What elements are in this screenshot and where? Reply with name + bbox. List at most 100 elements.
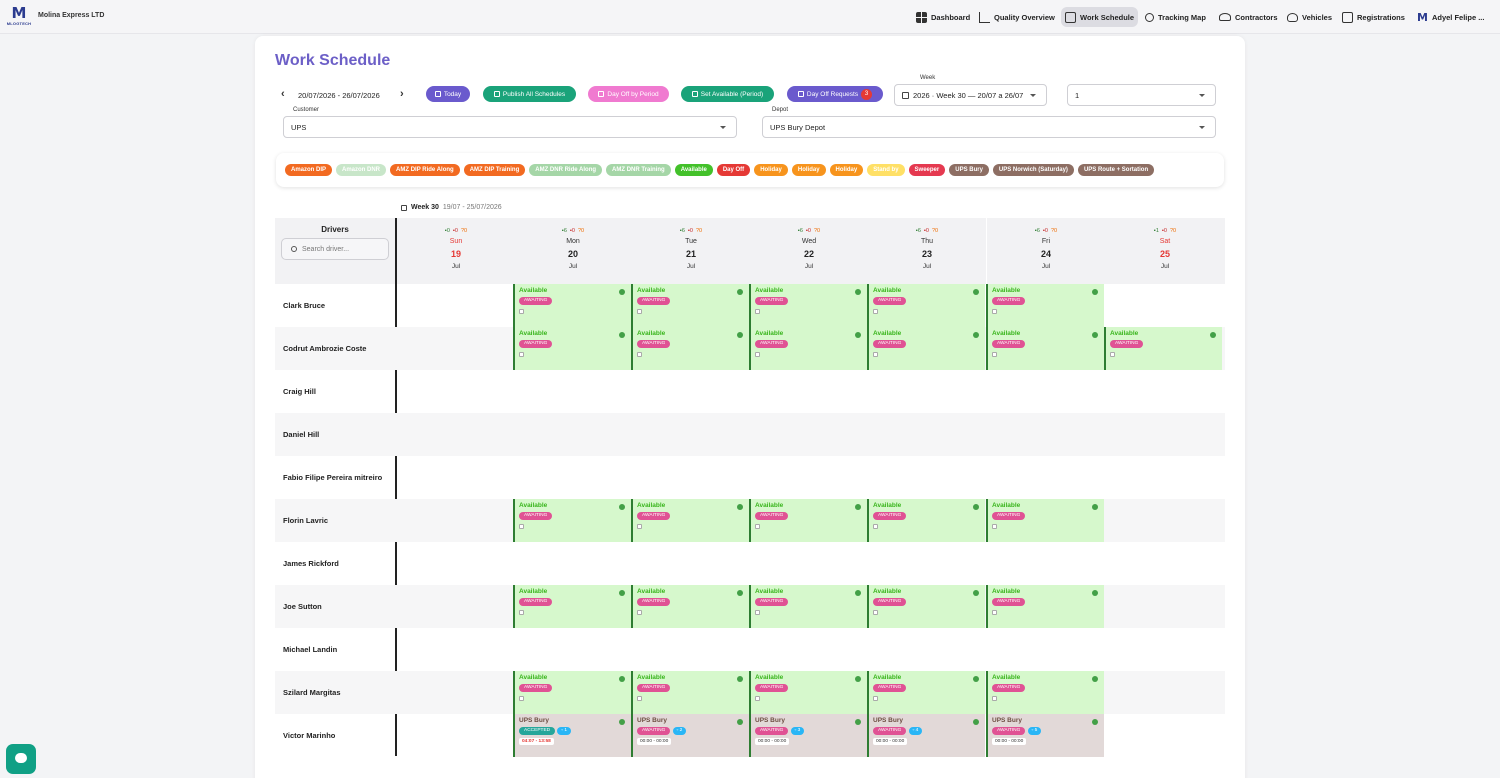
legend-chip[interactable]: UPS Norwich (Saturday)	[992, 164, 1074, 176]
note-icon[interactable]	[992, 352, 997, 357]
nav-registrations[interactable]: Registrations	[1338, 7, 1409, 27]
schedule-cell[interactable]: Available AWAITING	[513, 585, 631, 628]
note-icon[interactable]	[637, 696, 642, 701]
driver-name[interactable]: Joe Sutton	[283, 602, 322, 611]
legend-chip[interactable]: AMZ DNR Ride Along	[529, 164, 603, 176]
note-icon[interactable]	[873, 610, 878, 615]
note-icon[interactable]	[873, 309, 878, 314]
note-icon[interactable]	[637, 610, 642, 615]
schedule-cell[interactable]: Available AWAITING	[513, 499, 631, 542]
driver-name[interactable]: Victor Marinho	[283, 731, 335, 740]
schedule-cell[interactable]: Available AWAITING	[631, 499, 749, 542]
legend-chip[interactable]: Stand by	[867, 164, 905, 176]
note-icon[interactable]	[992, 524, 997, 529]
legend-chip[interactable]: UPS Bury	[949, 164, 989, 176]
note-icon[interactable]	[637, 524, 642, 529]
legend-chip[interactable]: Holiday	[754, 164, 788, 176]
schedule-cell[interactable]: Available AWAITING	[986, 499, 1104, 542]
schedule-cell[interactable]: Available AWAITING	[1104, 327, 1222, 370]
schedule-cell[interactable]: Available AWAITING	[867, 585, 985, 628]
schedule-cell[interactable]: Available AWAITING	[986, 284, 1104, 327]
schedule-cell[interactable]: UPS Bury AWAITING ▫ 5 00:00 - 00:00	[986, 714, 1104, 757]
driver-name[interactable]: Szilard Margitas	[283, 688, 341, 697]
nav-contractors[interactable]: Contractors	[1215, 7, 1282, 27]
note-icon[interactable]	[637, 352, 642, 357]
schedule-cell[interactable]: Available AWAITING	[631, 327, 749, 370]
legend-chip[interactable]: Amazon DNR	[336, 164, 387, 176]
set-available-button[interactable]: Set Available (Period)	[681, 86, 774, 102]
schedule-cell[interactable]: Available AWAITING	[631, 585, 749, 628]
driver-name[interactable]: James Rickford	[283, 559, 339, 568]
nav-tracking-map[interactable]: Tracking Map	[1141, 7, 1210, 27]
legend-chip[interactable]: Available	[674, 164, 713, 176]
note-icon[interactable]	[1110, 352, 1115, 357]
legend-chip[interactable]: AMZ DIP Training	[463, 164, 526, 176]
legend-chip[interactable]: Amazon DIP	[285, 164, 333, 176]
day-off-period-button[interactable]: Day Off by Period	[588, 86, 669, 102]
schedule-cell[interactable]: Available AWAITING	[986, 327, 1104, 370]
schedule-cell[interactable]: Available AWAITING	[631, 284, 749, 327]
chat-button[interactable]	[6, 744, 36, 774]
schedule-cell[interactable]: Available AWAITING	[513, 671, 631, 714]
legend-chip[interactable]: Sweeper	[908, 164, 946, 176]
driver-name[interactable]: Codrut Ambrozie Coste	[283, 344, 366, 353]
legend-chip[interactable]: AMZ DIP Ride Along	[390, 164, 460, 176]
schedule-cell[interactable]: UPS Bury AWAITING ▫ 2 00:00 - 00:00	[631, 714, 749, 757]
customer-select[interactable]: UPS	[283, 116, 737, 138]
note-icon[interactable]	[873, 352, 878, 357]
legend-chip[interactable]: AMZ DNR Training	[606, 164, 671, 176]
driver-name[interactable]: Clark Bruce	[283, 301, 325, 310]
schedule-cell[interactable]: Available AWAITING	[749, 585, 867, 628]
note-icon[interactable]	[755, 610, 760, 615]
schedule-cell[interactable]: Available AWAITING	[867, 671, 985, 714]
nav-quality-overview[interactable]: Quality Overview	[975, 7, 1059, 27]
schedule-cell[interactable]: Available AWAITING	[513, 327, 631, 370]
nav-vehicles[interactable]: Vehicles	[1283, 7, 1336, 27]
legend-chip[interactable]: Day Off	[716, 164, 751, 176]
schedule-cell[interactable]: Available AWAITING	[867, 284, 985, 327]
note-icon[interactable]	[519, 309, 524, 314]
note-icon[interactable]	[755, 352, 760, 357]
nav-dashboard[interactable]: Dashboard	[912, 7, 974, 27]
schedule-cell[interactable]: UPS Bury AWAITING ▫ 3 00:00 - 00:00	[749, 714, 867, 757]
schedule-cell[interactable]: Available AWAITING	[867, 327, 985, 370]
driver-name[interactable]: Craig Hill	[283, 387, 316, 396]
note-icon[interactable]	[755, 309, 760, 314]
user-menu[interactable]: M Adyel Felipe ...	[1413, 7, 1488, 27]
depot-select[interactable]: UPS Bury Depot	[762, 116, 1216, 138]
schedule-cell[interactable]: Available AWAITING	[749, 671, 867, 714]
note-icon[interactable]	[873, 524, 878, 529]
note-icon[interactable]	[992, 309, 997, 314]
schedule-cell[interactable]: Available AWAITING	[513, 284, 631, 327]
nav-work-schedule[interactable]: Work Schedule	[1061, 7, 1139, 27]
legend-chip[interactable]: Holiday	[791, 164, 826, 176]
schedule-cell[interactable]: UPS Bury AWAITING ▫ 4 00:00 - 00:00	[867, 714, 985, 757]
schedule-cell[interactable]: Available AWAITING	[749, 499, 867, 542]
company-logo[interactable]: M MLOGTECH	[6, 5, 32, 29]
note-icon[interactable]	[519, 696, 524, 701]
prev-week-button[interactable]: ‹	[281, 88, 285, 100]
publish-all-button[interactable]: Publish All Schedules	[483, 86, 576, 102]
schedule-cell[interactable]: Available AWAITING	[986, 585, 1104, 628]
legend-chip[interactable]: Holiday	[829, 164, 864, 176]
note-icon[interactable]	[755, 524, 760, 529]
note-icon[interactable]	[519, 524, 524, 529]
note-icon[interactable]	[519, 610, 524, 615]
legend-chip[interactable]: UPS Route + Sortation	[1077, 164, 1155, 176]
note-icon[interactable]	[992, 610, 997, 615]
note-icon[interactable]	[755, 696, 760, 701]
next-week-button[interactable]: ›	[400, 88, 404, 100]
count-select[interactable]: 1	[1067, 84, 1216, 106]
week-select[interactable]: 2026 · Week 30 — 20/07 a 26/07	[894, 84, 1047, 106]
schedule-cell[interactable]: Available AWAITING	[986, 671, 1104, 714]
schedule-cell[interactable]: Available AWAITING	[631, 671, 749, 714]
note-icon[interactable]	[519, 352, 524, 357]
driver-name[interactable]: Michael Landin	[283, 645, 337, 654]
today-button[interactable]: Today	[426, 86, 470, 102]
schedule-cell[interactable]: Available AWAITING	[749, 327, 867, 370]
schedule-cell[interactable]: Available AWAITING	[749, 284, 867, 327]
driver-name[interactable]: Florin Lavric	[283, 516, 328, 525]
day-off-requests-button[interactable]: Day Off Requests 3	[787, 86, 883, 102]
schedule-cell[interactable]: Available AWAITING	[867, 499, 985, 542]
note-icon[interactable]	[992, 696, 997, 701]
